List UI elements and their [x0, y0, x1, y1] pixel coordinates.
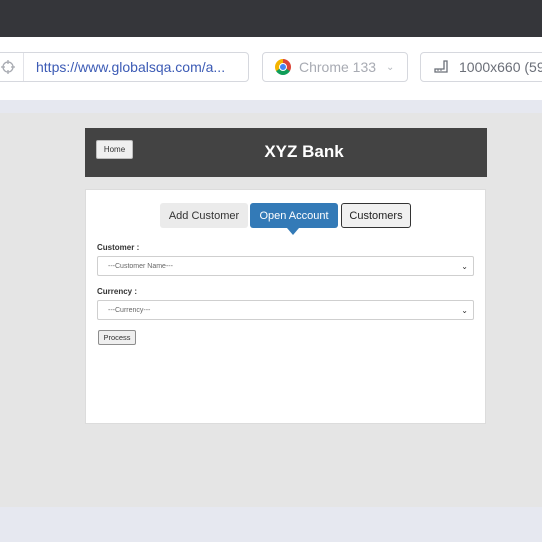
browser-name: Chrome 133 [299, 59, 377, 75]
open-account-panel: Add Customer Open Account Customers Cust… [85, 189, 486, 424]
process-button[interactable]: Process [98, 330, 136, 345]
tab-customers[interactable]: Customers [341, 203, 411, 228]
browser-toolbar: https://www.globalsqa.com/a... Chrome 13… [0, 37, 542, 100]
page-title: XYZ Bank [264, 142, 344, 161]
crosshair-icon [0, 53, 24, 81]
customer-select[interactable]: ---Customer Name--- ⌄ [97, 256, 474, 276]
browser-selector[interactable]: Chrome 133 ⌄ [262, 52, 408, 82]
app-header: Home XYZ Bank [85, 128, 487, 177]
currency-select-value: ---Currency--- [108, 306, 151, 314]
tab-open-account[interactable]: Open Account [250, 203, 338, 235]
tab-add-customer[interactable]: Add Customer [160, 203, 248, 228]
resolution-selector[interactable]: 1000x660 (59%) [420, 52, 542, 82]
customer-label: Customer : [97, 243, 140, 252]
chrome-logo-icon [275, 59, 291, 75]
currency-select[interactable]: ---Currency--- ⌄ [97, 300, 474, 320]
url-text: https://www.globalsqa.com/a... [36, 59, 226, 75]
url-bar[interactable]: https://www.globalsqa.com/a... [0, 52, 249, 82]
chevron-down-icon: ⌄ [386, 61, 395, 73]
resolution-text: 1000x660 (59%) [459, 59, 542, 75]
browser-top-bar [0, 0, 542, 37]
currency-label: Currency : [97, 287, 138, 296]
chevron-down-icon: ⌄ [461, 262, 468, 271]
chevron-down-icon: ⌄ [461, 306, 468, 315]
ruler-icon [433, 58, 459, 77]
customer-select-value: ---Customer Name--- [108, 262, 173, 270]
page-viewport: Home XYZ Bank Add Customer Open Account … [0, 113, 542, 507]
